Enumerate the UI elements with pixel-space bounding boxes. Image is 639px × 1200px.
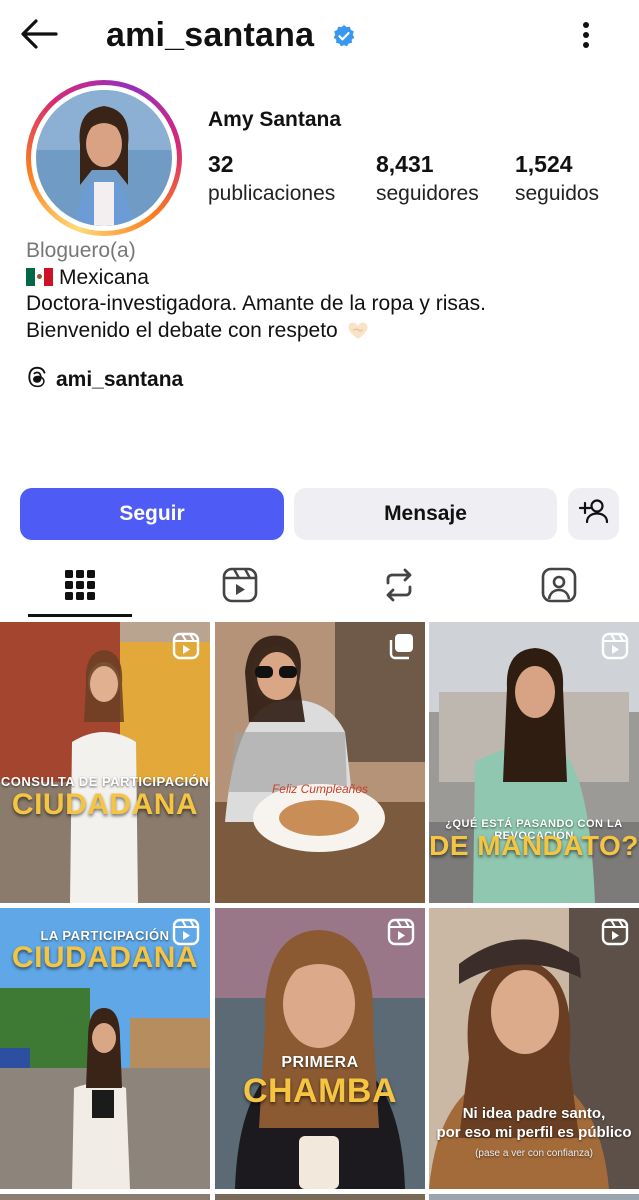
verified-badge-icon: [332, 24, 356, 48]
posts-count-stat[interactable]: 32 publicaciones: [208, 150, 335, 206]
threads-handle: ami_santana: [56, 368, 184, 391]
post-thumbnail[interactable]: CONSULTA DE PARTICIPACIÓN CIUDADANA: [0, 622, 210, 903]
reels-icon: [222, 567, 258, 608]
followers-count-stat[interactable]: 8,431 seguidores: [376, 150, 479, 206]
handshake-heart-icon: [346, 320, 370, 340]
stat-value: 8,431: [376, 151, 434, 177]
tab-grid-posts[interactable]: [28, 556, 132, 618]
post-caption-note-line1: Ni idea padre santo,: [462, 1105, 606, 1122]
bio-line-debate: Bienvenido el debate con respeto: [26, 318, 486, 345]
post-caption-small: Feliz Cumpleaños: [271, 782, 369, 796]
profile-username: ami_santana: [106, 16, 315, 54]
post-caption-small: PRIMERA: [281, 1054, 359, 1071]
reel-icon: [172, 632, 200, 660]
stat-value: 32: [208, 151, 234, 177]
post-thumbnail[interactable]: Feliz Cumpleaños: [215, 622, 425, 903]
post-thumbnail-partial[interactable]: [429, 1194, 639, 1200]
post-caption-small: CONSULTA DE PARTICIPACIÓN: [0, 774, 210, 789]
tagged-icon: [541, 567, 577, 608]
post-caption-big: CHAMBA: [242, 1072, 398, 1110]
bio-line-nationality: Mexicana: [26, 265, 486, 292]
stat-value: 1,524: [515, 151, 573, 177]
post-caption-note-line2: por eso mi perfil es público: [436, 1124, 632, 1141]
tab-reels[interactable]: [188, 556, 292, 618]
carousel-icon: [387, 632, 415, 660]
message-button[interactable]: Mensaje: [294, 488, 557, 540]
top-bar: ami_santana: [0, 0, 639, 72]
post-thumbnail[interactable]: Ni idea padre santo, por eso mi perfil e…: [429, 908, 639, 1189]
suggest-users-button[interactable]: [568, 488, 619, 540]
reposts-icon: [382, 567, 416, 608]
stat-label: publicaciones: [208, 182, 336, 205]
stat-label: seguidos: [515, 182, 600, 205]
reel-icon: [601, 632, 629, 660]
stat-label: seguidores: [376, 182, 479, 205]
profile-bio: Bloguero(a) Mexicana Doctora-investigado…: [26, 238, 486, 344]
follow-button[interactable]: Seguir: [20, 488, 284, 540]
post-caption-big: CIUDADANA: [11, 941, 199, 974]
post-caption-tiny: (pase a ver con confianza): [475, 1148, 593, 1159]
reel-icon: [601, 918, 629, 946]
reel-icon: [387, 918, 415, 946]
bio-line-description: Doctora-investigadora. Amante de la ropa…: [26, 292, 486, 315]
post-thumbnail-partial[interactable]: [215, 1194, 425, 1200]
post-caption-big: CIUDADANA: [11, 788, 199, 821]
posts-grid: CONSULTA DE PARTICIPACIÓN CIUDADANA Feli…: [0, 622, 639, 1200]
tab-tagged[interactable]: [507, 556, 611, 618]
threads-icon: [26, 366, 48, 394]
profile-content-tabs: [0, 556, 639, 618]
post-thumbnail[interactable]: LA PARTICIPACIÓN CIUDADANA: [0, 908, 210, 1189]
bio-line1-text: Mexicana: [59, 265, 149, 289]
tab-reposts[interactable]: [347, 556, 451, 618]
bio-line3-text: Bienvenido el debate con respeto: [26, 318, 338, 342]
post-thumbnail[interactable]: ¿QUÉ ESTÁ PASANDO CON LA REVOCACIÓN DE M…: [429, 622, 639, 903]
post-caption-big: DE MANDATO?: [429, 830, 639, 861]
more-options-icon[interactable]: [570, 18, 602, 52]
post-thumbnail[interactable]: PRIMERA CHAMBA: [215, 908, 425, 1189]
active-tab-indicator: [28, 614, 132, 617]
profile-full-name: Amy Santana: [208, 108, 342, 131]
grid-icon: [64, 569, 96, 606]
back-arrow-icon[interactable]: [18, 16, 60, 52]
post-thumbnail-partial[interactable]: [0, 1194, 210, 1200]
profile-avatar-story-ring[interactable]: [26, 80, 182, 236]
following-count-stat[interactable]: 1,524 seguidos: [515, 150, 599, 206]
threads-profile-link[interactable]: ami_santana: [26, 366, 183, 394]
mexico-flag-icon: [26, 267, 53, 286]
reel-icon: [172, 918, 200, 946]
add-person-icon: [578, 497, 609, 531]
profile-category: Bloguero(a): [26, 239, 136, 262]
avatar: [36, 90, 172, 226]
